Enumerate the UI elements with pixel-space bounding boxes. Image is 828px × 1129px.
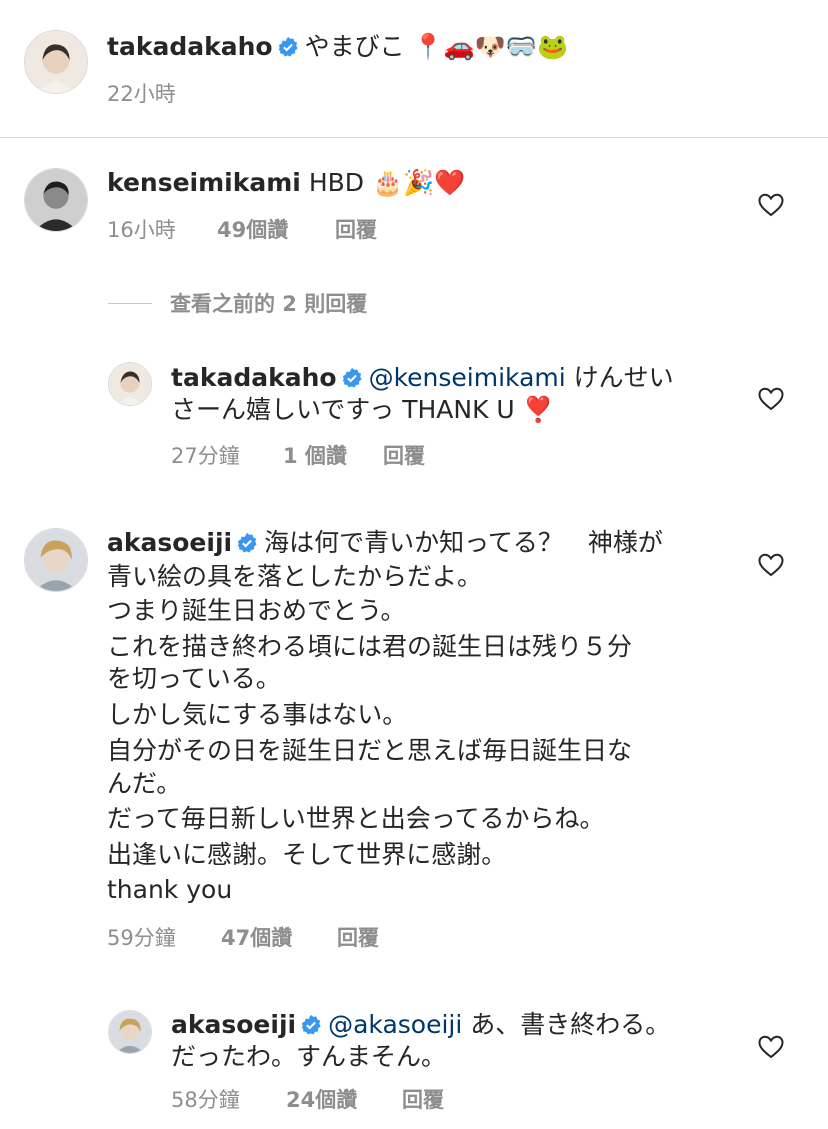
comment-likes[interactable]: 47個讚 [221, 924, 337, 952]
verified-badge-icon [237, 532, 257, 553]
comment-username[interactable]: kenseimikami [107, 168, 301, 197]
mention-link[interactable]: @akasoeiji [328, 1010, 462, 1039]
avatar[interactable] [24, 30, 88, 94]
reply-text-line2: だったわ。すんまそん。 [171, 1042, 447, 1071]
verified-badge-icon [301, 1014, 321, 1035]
caption-time: 22小時 [107, 82, 176, 106]
comment-line: しかし気にする事はない。 [107, 700, 408, 729]
comment-line: thank you [107, 875, 233, 904]
caption-body: やまびこ 📍🚗🐶🥽🐸 [304, 32, 569, 61]
like-heart-icon[interactable] [758, 1035, 784, 1059]
caption-username[interactable]: takadakaho [107, 32, 273, 61]
comment-body: 海は何で青いか知ってる？ 神様が [264, 528, 663, 557]
reply-likes[interactable]: 1 個讚 [283, 442, 383, 470]
reply-text-line1: takadakaho @kenseimikami けんせい [171, 361, 674, 395]
reply-body: あ、書き終わる。 [470, 1010, 671, 1039]
reply-username[interactable]: akasoeiji [171, 1010, 296, 1039]
reply-text-line2: さーん嬉しいですっ THANK U ❣️ [171, 395, 554, 424]
comment-line: 青い絵の具を落としたからだよ。 [107, 562, 483, 591]
reply-button[interactable]: 回覆 [402, 1086, 444, 1114]
reply-meta: 58分鐘 24個讚 回覆 [171, 1086, 444, 1114]
divider-line [108, 302, 152, 304]
reply-button[interactable]: 回覆 [337, 924, 379, 952]
comment-meta: 59分鐘 47個讚 回覆 [107, 924, 379, 952]
caption-meta: 22小時 [107, 80, 176, 108]
like-heart-icon[interactable] [758, 387, 784, 411]
comment-line: つまり誕生日おめでとう。 [107, 596, 406, 625]
comment-line: だって毎日新しい世界と出会ってるからね。 [107, 804, 605, 833]
reply-meta: 27分鐘 1 個讚 回覆 [171, 442, 425, 470]
avatar[interactable] [24, 168, 88, 232]
view-previous-label[interactable]: 查看之前的 2 則回覆 [170, 288, 367, 318]
reply-button[interactable]: 回覆 [383, 442, 425, 470]
verified-badge-icon [342, 367, 362, 388]
reply-username[interactable]: takadakaho [171, 363, 337, 392]
caption-text: takadakaho やまびこ 📍🚗🐶🥽🐸 [107, 30, 568, 64]
comment-time: 59分鐘 [107, 926, 176, 950]
mention-link[interactable]: @kenseimikami [369, 363, 566, 392]
reply-text-line1: akasoeiji @akasoeiji あ、書き終わる。 [171, 1008, 670, 1042]
comment-username[interactable]: akasoeiji [107, 528, 232, 557]
comment-likes[interactable]: 49個讚 [217, 216, 335, 244]
comment-line: んだ。 [107, 769, 182, 798]
view-previous-replies[interactable]: 查看之前的 2 則回覆 [108, 288, 367, 318]
verified-badge-icon [278, 36, 298, 57]
comment-line: を切っている。 [107, 664, 281, 693]
reply-likes[interactable]: 24個讚 [286, 1086, 402, 1114]
divider [0, 137, 828, 138]
comment-meta: 16小時 49個讚 回覆 [107, 216, 377, 244]
avatar[interactable] [108, 1010, 152, 1054]
comment-text: kenseimikami HBD 🎂🎉❤️ [107, 166, 465, 200]
comment-line: 自分がその日を誕生日だと思えば毎日誕生日な [107, 736, 633, 765]
comment-time: 16小時 [107, 218, 176, 242]
like-heart-icon[interactable] [758, 193, 784, 217]
like-heart-icon[interactable] [758, 553, 784, 577]
reply-time: 27分鐘 [171, 444, 240, 468]
reply-body: けんせい [573, 363, 674, 392]
comment-line: 出逢いに感謝。そして世界に感謝。 [107, 840, 507, 869]
comment-body: HBD 🎂🎉❤️ [308, 168, 466, 197]
reply-time: 58分鐘 [171, 1088, 240, 1112]
avatar[interactable] [24, 528, 88, 592]
comment-text: akasoeiji 海は何で青いか知ってる？ 神様が [107, 526, 663, 560]
avatar[interactable] [108, 362, 152, 406]
reply-button[interactable]: 回覆 [335, 216, 377, 244]
comment-line: これを描き終わる頃には君の誕生日は残り５分 [107, 632, 633, 661]
